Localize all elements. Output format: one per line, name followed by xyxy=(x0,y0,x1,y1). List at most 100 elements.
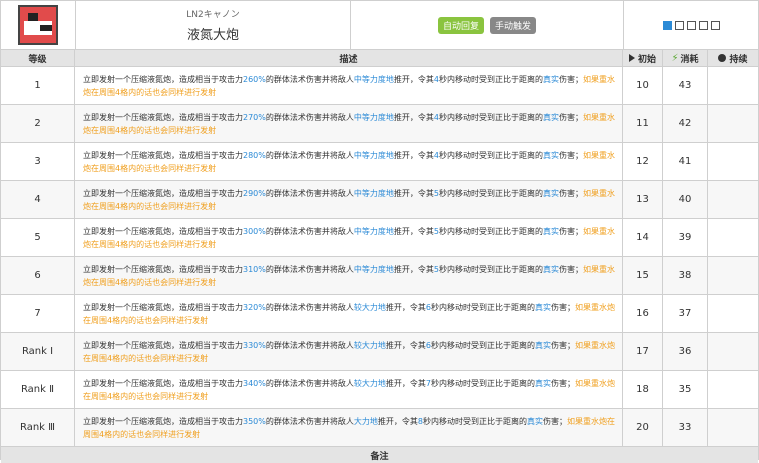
skill-tags: 自动回复 手动触发 xyxy=(351,1,624,49)
desc-text: 推开，令其 xyxy=(393,264,434,274)
desc-percent: 260% xyxy=(243,74,266,84)
row-cost: 42 xyxy=(663,105,708,142)
col-desc: 描述 xyxy=(75,50,623,66)
row-level: 6 xyxy=(1,257,75,294)
desc-text: 的群体法术伤害并将敌人 xyxy=(265,74,354,84)
desc-percent: 290% xyxy=(243,188,266,198)
desc-text: 伤害； xyxy=(550,302,575,312)
desc-force: 中等力度地 xyxy=(353,74,394,84)
table-row: 2 立即发射一个压缩液氮炮，造成相当于攻击力270%的群体法术伤害并将敌人中等力… xyxy=(1,105,758,143)
row-duration xyxy=(708,143,758,180)
desc-text: 的群体法术伤害并将敌人 xyxy=(265,416,354,426)
row-cost: 41 xyxy=(663,143,708,180)
desc-text: 推开，令其 xyxy=(377,416,418,426)
row-desc: 立即发射一个压缩液氮炮，造成相当于攻击力310%的群体法术伤害并将敌人中等力度地… xyxy=(75,257,623,294)
row-duration xyxy=(708,219,758,256)
row-init: 17 xyxy=(623,333,663,370)
desc-true-damage: 真实 xyxy=(534,340,551,350)
row-duration xyxy=(708,333,758,370)
tag-manual-trigger: 手动触发 xyxy=(490,16,537,34)
row-cost: 39 xyxy=(663,219,708,256)
desc-percent: 350% xyxy=(243,416,266,426)
row-desc: 立即发射一个压缩液氮炮，造成相当于攻击力340%的群体法术伤害并将敌人较大力地推… xyxy=(75,371,623,408)
table-row: 7 立即发射一个压缩液氮炮，造成相当于攻击力320%的群体法术伤害并将敌人较大力… xyxy=(1,295,758,333)
desc-text: 秒内移动时受到正比于距离的 xyxy=(438,188,543,198)
desc-force: 较大力地 xyxy=(353,302,386,312)
desc-text: 推开，令其 xyxy=(385,340,426,350)
clock-icon xyxy=(718,54,727,62)
row-init: 18 xyxy=(623,371,663,408)
level-selector[interactable] xyxy=(624,1,758,49)
lightning-icon: ⚡ xyxy=(671,52,679,64)
table-row: 3 立即发射一个压缩液氮炮，造成相当于攻击力280%的群体法术伤害并将敌人中等力… xyxy=(1,143,758,181)
desc-force: 中等力度地 xyxy=(353,188,394,198)
desc-text: 秒内移动时受到正比于距离的 xyxy=(438,150,543,160)
row-desc: 立即发射一个压缩液氮炮，造成相当于攻击力320%的群体法术伤害并将敌人较大力地推… xyxy=(75,295,623,332)
desc-percent: 320% xyxy=(243,302,266,312)
level-square[interactable] xyxy=(662,20,672,30)
desc-text: 秒内移动时受到正比于距离的 xyxy=(430,378,535,388)
desc-text: 伤害； xyxy=(550,340,575,350)
col-duration: 持续 xyxy=(708,50,758,66)
desc-text: 秒内移动时受到正比于距离的 xyxy=(430,302,535,312)
row-duration xyxy=(708,181,758,218)
desc-text: 秒内移动时受到正比于距离的 xyxy=(438,264,543,274)
col-init: 初始 xyxy=(623,50,663,66)
desc-text: 伤害； xyxy=(550,378,575,388)
level-square[interactable] xyxy=(674,20,684,30)
row-level: Rank Ⅱ xyxy=(1,371,75,408)
row-duration xyxy=(708,105,758,142)
row-level: 5 xyxy=(1,219,75,256)
desc-true-damage: 真实 xyxy=(542,264,559,274)
desc-force: 大力地 xyxy=(353,416,378,426)
table-row: 6 立即发射一个压缩液氮炮，造成相当于攻击力310%的群体法术伤害并将敌人中等力… xyxy=(1,257,758,295)
desc-text: 的群体法术伤害并将敌人 xyxy=(265,188,354,198)
level-square[interactable] xyxy=(710,20,720,30)
level-square[interactable] xyxy=(686,20,696,30)
desc-true-damage: 真实 xyxy=(542,188,559,198)
skill-table: LN2キャノン 液氮大炮 自动回复 手动触发 等级 描述 初始 ⚡ 消耗 持续 1… xyxy=(0,0,759,463)
desc-text: 立即发射一个压缩液氮炮，造成相当于攻击力 xyxy=(83,150,243,160)
desc-true-damage: 真实 xyxy=(542,226,559,236)
desc-text: 推开，令其 xyxy=(385,378,426,388)
desc-text: 的群体法术伤害并将敌人 xyxy=(265,150,354,160)
row-level: 7 xyxy=(1,295,75,332)
table-footer: 备注 xyxy=(1,447,758,463)
desc-force: 中等力度地 xyxy=(353,226,394,236)
row-init: 16 xyxy=(623,295,663,332)
desc-text: 立即发射一个压缩液氮炮，造成相当于攻击力 xyxy=(83,74,243,84)
skill-title: 液氮大炮 xyxy=(186,28,239,43)
desc-force: 中等力度地 xyxy=(353,150,394,160)
desc-text: 立即发射一个压缩液氮炮，造成相当于攻击力 xyxy=(83,112,243,122)
row-level: Rank Ⅲ xyxy=(1,409,75,446)
row-init: 12 xyxy=(623,143,663,180)
desc-percent: 270% xyxy=(243,112,266,122)
desc-text: 推开，令其 xyxy=(393,226,434,236)
row-desc: 立即发射一个压缩液氮炮，造成相当于攻击力330%的群体法术伤害并将敌人较大力地推… xyxy=(75,333,623,370)
row-init: 11 xyxy=(623,105,663,142)
row-desc: 立即发射一个压缩液氮炮，造成相当于攻击力350%的群体法术伤害并将敌人大力地推开… xyxy=(75,409,623,446)
desc-text: 立即发射一个压缩液氮炮，造成相当于攻击力 xyxy=(83,416,243,426)
desc-text: 的群体法术伤害并将敌人 xyxy=(265,112,354,122)
desc-text: 伤害； xyxy=(558,150,583,160)
col-init-label: 初始 xyxy=(637,54,656,65)
table-row: 1 立即发射一个压缩液氮炮，造成相当于攻击力260%的群体法术伤害并将敌人中等力… xyxy=(1,67,758,105)
table-header: 等级 描述 初始 ⚡ 消耗 持续 xyxy=(1,50,758,67)
desc-true-damage: 真实 xyxy=(542,150,559,160)
desc-text: 秒内移动时受到正比于距离的 xyxy=(438,112,543,122)
row-desc: 立即发射一个压缩液氮炮，造成相当于攻击力290%的群体法术伤害并将敌人中等力度地… xyxy=(75,181,623,218)
play-triangle-icon xyxy=(628,54,635,62)
level-square[interactable] xyxy=(698,20,708,30)
row-desc: 立即发射一个压缩液氮炮，造成相当于攻击力270%的群体法术伤害并将敌人中等力度地… xyxy=(75,105,623,142)
row-cost: 40 xyxy=(663,181,708,218)
row-cost: 43 xyxy=(663,67,708,104)
skill-header: LN2キャノン 液氮大炮 自动回复 手动触发 xyxy=(1,1,758,50)
table-body: 1 立即发射一个压缩液氮炮，造成相当于攻击力260%的群体法术伤害并将敌人中等力… xyxy=(1,67,758,447)
desc-true-damage: 真实 xyxy=(542,112,559,122)
row-level: 1 xyxy=(1,67,75,104)
desc-force: 较大力地 xyxy=(353,340,386,350)
desc-text: 立即发射一个压缩液氮炮，造成相当于攻击力 xyxy=(83,378,243,388)
desc-text: 伤害； xyxy=(558,74,583,84)
row-desc: 立即发射一个压缩液氮炮，造成相当于攻击力280%的群体法术伤害并将敌人中等力度地… xyxy=(75,143,623,180)
row-duration xyxy=(708,295,758,332)
